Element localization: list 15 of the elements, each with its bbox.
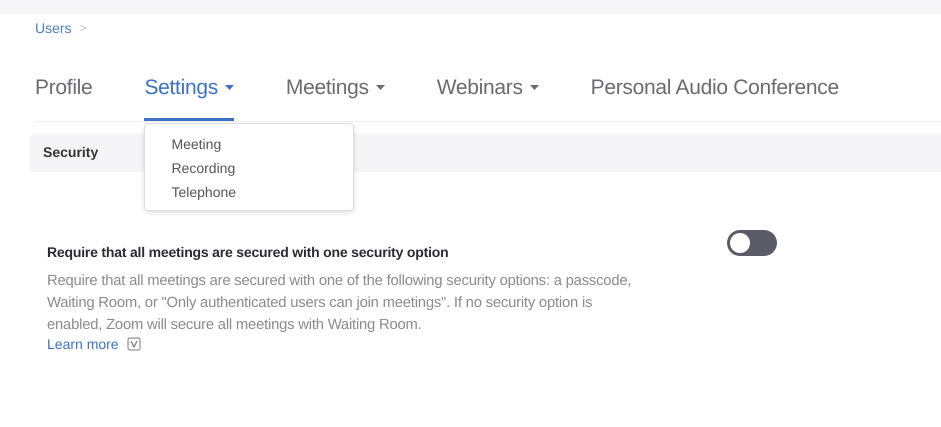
breadcrumb-link[interactable]: Users	[35, 20, 72, 36]
menu-item[interactable]: Telephone	[171, 180, 354, 204]
setting-title: Require that all meetings are secured with one security option	[47, 244, 450, 260]
breadcrumb-separator: >	[80, 21, 87, 35]
section-title: Security	[43, 144, 98, 160]
nav-tab[interactable]: Profile	[35, 76, 92, 121]
nav-tab[interactable]: Webinars	[436, 76, 539, 121]
nav-tab[interactable]: Personal Audio Conference	[590, 76, 839, 121]
toggle-switch[interactable]	[727, 230, 777, 256]
video-icon[interactable]	[126, 337, 141, 351]
nav-tab[interactable]: Meetings	[286, 76, 385, 121]
learn-more-link[interactable]: Learn more	[47, 336, 119, 352]
menu-item[interactable]: Meeting	[171, 132, 354, 156]
setting-description: Require that all meetings are secured with one of the following security options: a passcode, Waiting Room, or "Only authenticated users can join meetings". If no security option is enabled, Zoom will secure all meetings with Waiting Room.	[47, 272, 632, 335]
menu-item[interactable]: Recording	[171, 156, 354, 180]
